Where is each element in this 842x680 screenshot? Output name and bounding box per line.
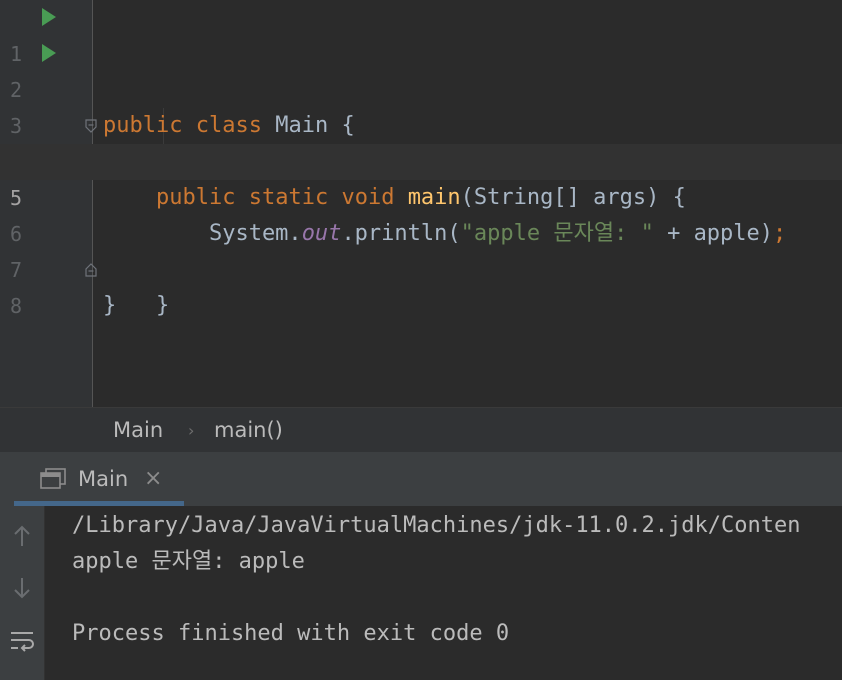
run-tool-window-header: Main × xyxy=(0,452,842,506)
breadcrumb-item-method[interactable]: main() xyxy=(214,408,283,453)
console-line: /Library/Java/JavaVirtualMachines/jdk-11… xyxy=(72,513,801,538)
console-window-icon xyxy=(40,468,66,494)
arrow-down-icon[interactable] xyxy=(8,574,36,602)
console-line: Process finished with exit code 0 xyxy=(72,621,510,646)
console-line: apple 문자열: apple xyxy=(72,549,305,574)
code-line-2[interactable]: 2 public static void main(String[] args)… xyxy=(0,36,842,210)
close-icon[interactable]: × xyxy=(144,452,162,506)
console-output[interactable]: /Library/Java/JavaVirtualMachines/jdk-11… xyxy=(0,506,842,680)
arrow-up-icon[interactable] xyxy=(8,522,36,550)
line-number: 8 xyxy=(9,294,22,318)
soft-wrap-icon[interactable] xyxy=(8,626,36,654)
run-icon[interactable] xyxy=(42,8,56,26)
breadcrumb-item-class[interactable]: Main xyxy=(113,408,163,453)
tab-run-main[interactable]: Main × xyxy=(14,452,184,506)
code-line-1[interactable]: 1 public class Main { xyxy=(0,0,842,138)
code-token: } xyxy=(103,293,117,318)
code-line-4[interactable]: 4 xyxy=(0,108,842,174)
code-editor[interactable]: 1 public class Main { 2 public static vo… xyxy=(0,0,842,407)
console-toolbar xyxy=(0,506,45,680)
breadcrumb-separator: › xyxy=(188,421,195,440)
code-line-3[interactable]: 3 String apple = "apple"; xyxy=(0,72,842,174)
run-icon[interactable] xyxy=(42,44,56,62)
fold-marker-icon[interactable] xyxy=(85,191,97,277)
code-text: } xyxy=(103,288,116,324)
code-line-5[interactable]: 5 System.out.println("apple 문자열: " + app… xyxy=(0,144,842,246)
breadcrumb: Main › main() xyxy=(0,407,842,453)
fold-marker-icon[interactable] xyxy=(85,47,97,133)
tab-label: Main xyxy=(78,467,129,491)
code-line-6[interactable]: 6 } xyxy=(0,180,842,318)
code-line-8[interactable]: 8 xyxy=(0,252,842,318)
code-line-7[interactable]: 7 } xyxy=(0,216,842,318)
